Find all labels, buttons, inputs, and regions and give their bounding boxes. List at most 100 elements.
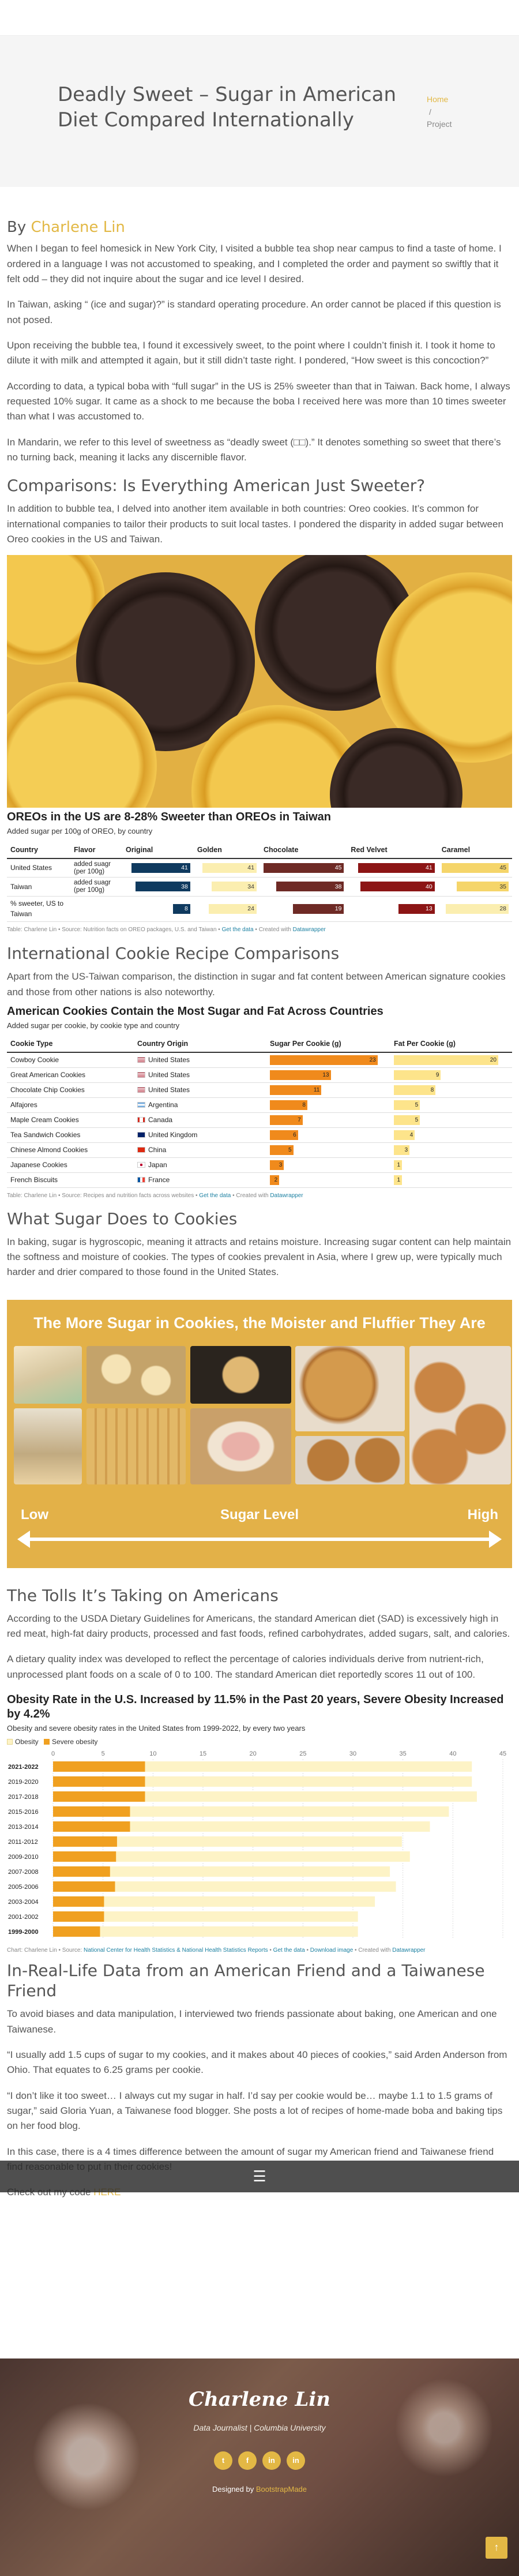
source-text: Chart: Charlene Lin • Source: — [7, 1947, 82, 1953]
oreo-value-bar: 34 — [212, 882, 257, 892]
severe-obesity-bar — [53, 1911, 104, 1922]
oreo-table-source: Table: Charlene Lin • Source: Nutrition … — [7, 926, 326, 933]
nchs-source-link[interactable]: National Center for Health Statistics & … — [84, 1947, 268, 1953]
oreo-value-bar: 40 — [360, 882, 435, 892]
sugar-bar: 7 — [270, 1115, 303, 1126]
get-data-link[interactable]: Get the data — [273, 1947, 305, 1953]
country-origin-cell: United Kingdom — [134, 1127, 266, 1143]
top-nav-bar — [0, 0, 519, 36]
site-footer: Charlene Lin Data Journalist | Columbia … — [0, 2358, 519, 2576]
oreo-value-bar: 8 — [173, 903, 190, 914]
y-category-label: 2015-2016 — [8, 1809, 39, 1816]
country-origin-cell: United States — [134, 1082, 266, 1098]
section-heading: International Cookie Recipe Comparisons — [7, 944, 340, 963]
flag-icon — [137, 1132, 145, 1138]
sugar-per-cookie-cell: 5 — [266, 1142, 390, 1158]
instagram-icon[interactable]: in — [262, 2451, 281, 2470]
oreo-value-bar: 38 — [276, 882, 344, 892]
get-data-link[interactable]: Get the data — [199, 1193, 231, 1199]
sugar-per-cookie-cell: 23 — [266, 1052, 390, 1068]
section-paragraph: To avoid biases and data manipulation, I… — [7, 2008, 497, 2035]
flavor-cell: added suagr (per 100g) — [70, 858, 122, 878]
oreo-value-cell: 38 — [122, 877, 194, 897]
datawrapper-link[interactable]: Datawrapper — [270, 1193, 303, 1199]
oreo-table-row: % sweeter, US to Taiwan 8 24 19 13 28 — [7, 896, 512, 922]
fat-per-cookie-cell: 1 — [390, 1172, 512, 1188]
mobile-menu-toggle[interactable]: ☰ — [0, 2161, 519, 2192]
cookie-type-cell: Chocolate Chip Cookies — [7, 1082, 134, 1098]
datawrapper-link[interactable]: Datawrapper — [392, 1947, 425, 1953]
section-heading: What Sugar Does to Cookies — [7, 1209, 238, 1228]
fat-per-cookie-cell: 3 — [390, 1142, 512, 1158]
section-paragraph: Apart from the US-Taiwan comparison, the… — [7, 971, 506, 998]
fat-bar: 8 — [394, 1085, 436, 1096]
cookie-type-cell: Japanese Cookies — [7, 1157, 134, 1173]
cookie-type-cell: Alfajores — [7, 1097, 134, 1113]
cookie-table-header: Fat Per Cookie (g) — [390, 1036, 512, 1053]
sugar-per-cookie-cell: 6 — [266, 1127, 390, 1143]
cookie-type-cell: Chinese Almond Cookies — [7, 1142, 134, 1158]
flag-icon — [137, 1087, 145, 1093]
twitter-icon[interactable]: t — [214, 2451, 232, 2470]
cookie-table-header: Sugar Per Cookie (g) — [266, 1036, 390, 1053]
section-heading: In-Real-Life Data from an American Frien… — [7, 1961, 485, 2001]
oreo-value-cell: 40 — [347, 877, 438, 897]
cookie-table-row: Cowboy Cookie United States 23 20 — [7, 1052, 512, 1068]
intro-paragraph: According to data, a typical boba with “… — [7, 380, 510, 422]
fat-bar: 1 — [394, 1160, 402, 1171]
legend-obesity-swatch — [7, 1739, 13, 1745]
oreo-value-cell: 41 — [122, 858, 194, 878]
y-category-label: 2013-2014 — [8, 1824, 39, 1831]
country-origin-cell: Japan — [134, 1157, 266, 1173]
sugar-level-infographic: The More Sugar in Cookies, the Moister a… — [7, 1299, 512, 1568]
page-title: Deadly Sweet – Sugar in American Diet Co… — [58, 83, 396, 132]
severe-obesity-bar — [53, 1836, 117, 1847]
fat-bar: 5 — [394, 1115, 420, 1126]
cookie-table-row: Great American Cookies United States 13 9 — [7, 1067, 512, 1083]
cookie-table-subtitle: Added sugar per cookie, by cookie type a… — [7, 1021, 180, 1030]
x-tick-label: 25 — [299, 1750, 306, 1757]
cookie-photo — [295, 1435, 405, 1484]
legend-severe-swatch — [44, 1739, 50, 1745]
download-image-link[interactable]: Download image — [310, 1947, 353, 1953]
oreo-value-bar: 13 — [398, 903, 435, 914]
flavor-cell: added suagr (per 100g) — [70, 877, 122, 897]
oreo-table-subtitle: Added sugar per 100g of OREO, by country — [7, 827, 153, 836]
severe-obesity-bar — [53, 1821, 130, 1832]
back-to-top-button[interactable]: ↑ — [486, 2537, 507, 2559]
country-origin-cell: France — [134, 1172, 266, 1188]
oreo-table-header: Red Velvet — [347, 842, 438, 859]
breadcrumb-home-link[interactable]: Home — [427, 93, 452, 106]
source-text: Table: Charlene Lin • Source: Nutrition … — [7, 926, 220, 933]
legend-severe-label: Severe obesity — [52, 1738, 98, 1746]
fat-bar: 3 — [394, 1145, 410, 1156]
x-tick-label: 20 — [250, 1750, 257, 1757]
datawrapper-link[interactable]: Datawrapper — [293, 927, 326, 933]
page-hero: Deadly Sweet – Sugar in American Diet Co… — [0, 36, 519, 187]
oreo-table-header: Golden — [193, 842, 260, 859]
credit-link[interactable]: BootstrapMade — [256, 2485, 307, 2493]
oreo-value-bar: 24 — [209, 903, 257, 914]
oreo-table-header: Original — [122, 842, 194, 859]
section-heading: Comparisons: Is Everything American Just… — [7, 476, 426, 496]
section-paragraph: According to the USDA Dietary Guidelines… — [7, 1613, 510, 1639]
sugar-bar: 23 — [270, 1055, 378, 1066]
y-category-label: 2007-2008 — [8, 1869, 39, 1876]
linkedin-icon[interactable]: in — [287, 2451, 305, 2470]
get-data-link[interactable]: Get the data — [222, 927, 254, 933]
facebook-icon[interactable]: f — [238, 2451, 257, 2470]
obesity-chart-figure: Obesity Rate in the U.S. Increased by 11… — [7, 1693, 512, 1955]
author-name[interactable]: Charlene Lin — [31, 219, 125, 236]
flag-icon — [137, 1177, 145, 1183]
country-name: United States — [148, 1056, 190, 1064]
oreo-sugar-table: Country Flavor Original Golden Chocolate Red … — [7, 842, 512, 922]
country-cell: United States — [7, 858, 70, 878]
oreo-value-cell: 8 — [122, 896, 194, 922]
oreo-table-header: Flavor — [70, 842, 122, 859]
oreo-table-title: OREOs in the US are 8-28% Sweeter than O… — [7, 811, 332, 824]
severe-obesity-bar — [53, 1926, 100, 1937]
byline-prefix: By — [7, 219, 27, 236]
fat-per-cookie-cell: 5 — [390, 1112, 512, 1128]
credit-prefix: Designed by — [212, 2485, 254, 2494]
intro-paragraph: Upon receiving the bubble tea, I found i… — [7, 340, 495, 366]
